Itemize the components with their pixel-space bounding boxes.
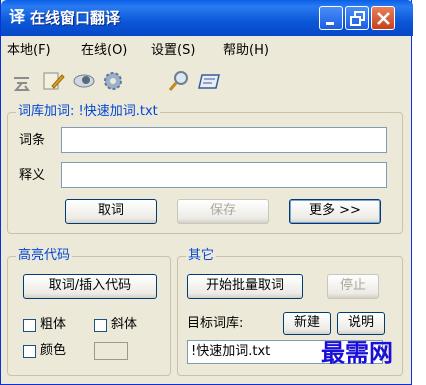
edit-page-icon[interactable]: [41, 70, 65, 92]
bold-checkbox[interactable]: [23, 319, 36, 332]
bold-label: 粗体: [40, 317, 67, 332]
highlight-group-title: 高亮代码: [16, 248, 73, 264]
meaning-field[interactable]: [61, 162, 387, 188]
italic-checkbox[interactable]: [94, 319, 107, 332]
window-title: 在线窗口翻译: [30, 9, 121, 27]
dict-group-title: 词库加词: !快速加词.txt: [16, 104, 160, 120]
new-dict-button[interactable]: 新建: [283, 312, 331, 335]
color-label: 颜色: [40, 343, 67, 358]
menu-online[interactable]: 在线(O): [81, 43, 127, 59]
magnifier-icon[interactable]: [167, 70, 191, 92]
color-checkbox[interactable]: [23, 345, 36, 358]
restore-icon: [350, 11, 365, 26]
minimize-button[interactable]: [319, 6, 343, 30]
menu-bar: 本地(F) 在线(O) 设置(S) 帮助(H): [1, 36, 413, 64]
menu-local[interactable]: 本地(F): [7, 43, 51, 59]
close-button[interactable]: [371, 6, 395, 30]
card-icon[interactable]: [197, 70, 221, 92]
watermark: 最需网: [321, 338, 393, 367]
toolbar: [1, 64, 413, 98]
close-icon: [377, 12, 390, 25]
cloud-icon[interactable]: [11, 70, 35, 92]
entry-label: 词条: [19, 133, 46, 148]
translation-window: 译 在线窗口翻译 本地(F) 在线(O) 设置(S) 帮助(H) 词库加词: !…: [0, 0, 413, 385]
app-icon: 译: [9, 7, 26, 26]
save-button[interactable]: 保存: [177, 199, 269, 224]
italic-label: 斜体: [111, 317, 138, 332]
title-bar[interactable]: 译 在线窗口翻译: [1, 0, 413, 36]
eye-icon[interactable]: [73, 70, 97, 92]
restore-button[interactable]: [345, 6, 369, 30]
entry-field[interactable]: [61, 127, 387, 153]
more-button[interactable]: 更多 >>: [289, 199, 381, 224]
other-group-title: 其它: [186, 248, 217, 264]
menu-settings[interactable]: 设置(S): [151, 43, 195, 59]
menu-help[interactable]: 帮助(H): [223, 43, 269, 59]
color-swatch[interactable]: [94, 342, 128, 360]
gear-icon[interactable]: [101, 70, 125, 92]
minimize-icon: [326, 22, 334, 25]
batch-fetch-button[interactable]: 开始批量取词: [187, 274, 303, 299]
help-button[interactable]: 说明: [337, 312, 385, 335]
stop-button[interactable]: 停止: [327, 274, 379, 299]
target-dict-label: 目标词库:: [187, 316, 244, 331]
meaning-label: 释义: [19, 168, 46, 183]
insert-code-button[interactable]: 取词/插入代码: [23, 274, 157, 299]
fetch-word-button[interactable]: 取词: [65, 199, 157, 224]
